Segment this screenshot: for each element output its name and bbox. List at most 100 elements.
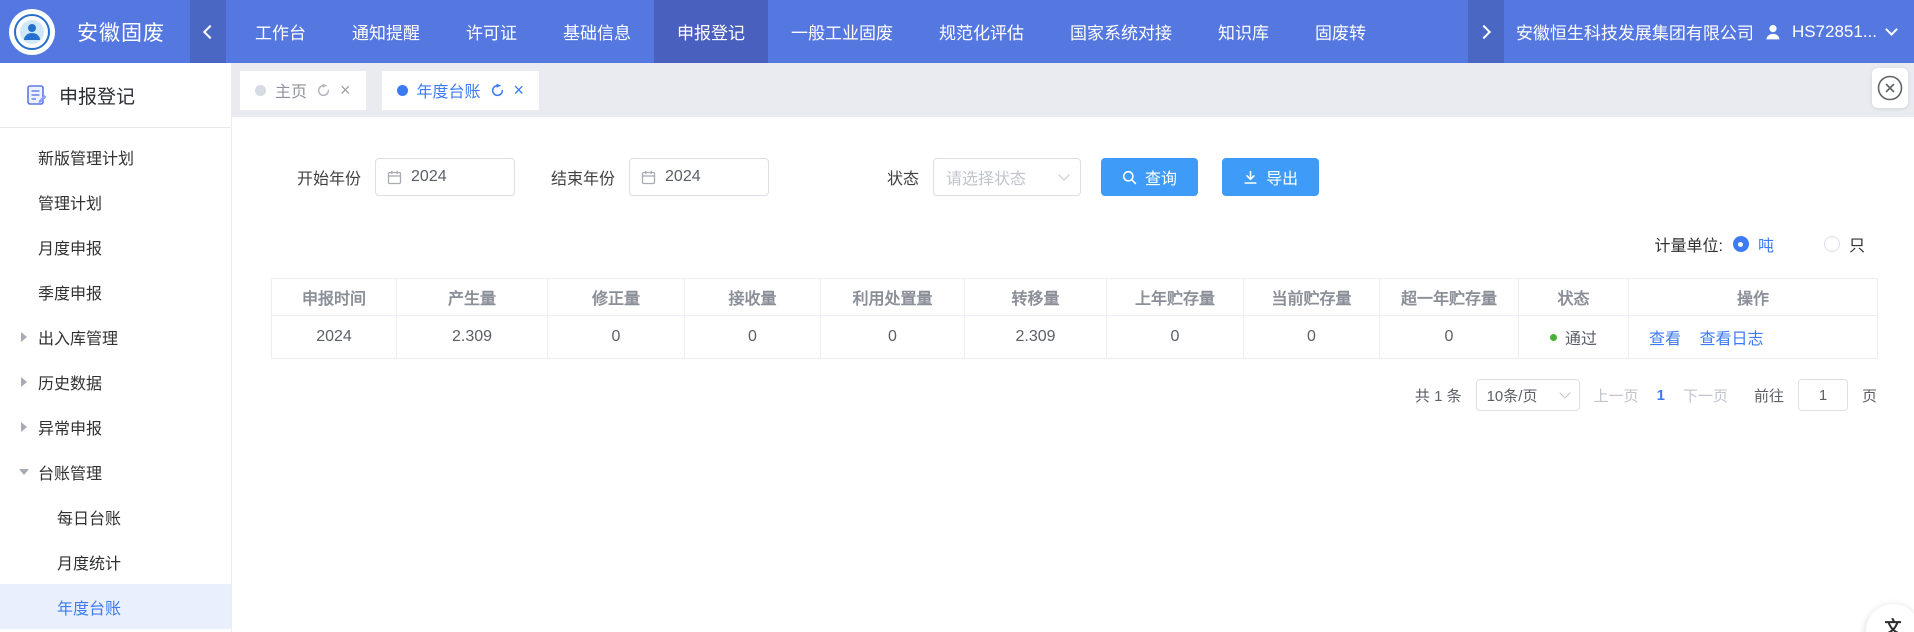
end-year-field[interactable] — [665, 168, 757, 186]
view-log-link[interactable]: 查看日志 — [1699, 331, 1763, 348]
col-header: 当前贮存量 — [1244, 279, 1380, 316]
tab-bar: 主页 × 年度台账 — [232, 63, 1914, 117]
document-edit-icon — [26, 84, 48, 106]
radio-checked-icon[interactable] — [1733, 236, 1749, 252]
unit-option-ton[interactable]: 吨 — [1733, 232, 1774, 256]
nav-item-workbench[interactable]: 工作台 — [232, 0, 329, 63]
nav-scroll-button[interactable] — [1468, 0, 1504, 63]
view-link[interactable]: 查看 — [1649, 331, 1681, 348]
chevron-left-icon — [203, 24, 217, 38]
nav-item-national-system-integration[interactable]: 国家系统对接 — [1047, 0, 1195, 63]
search-icon — [1122, 170, 1137, 185]
sidebar-item-quarterly-declaration[interactable]: 季度申报 — [0, 269, 231, 314]
sidebar-title: 申报登记 — [59, 82, 135, 109]
search-button-label: 查询 — [1145, 165, 1177, 189]
col-header: 修正量 — [548, 279, 685, 316]
user-menu[interactable]: 安徽恒生科技发展集团有限公司 HS72851... — [1504, 0, 1914, 63]
close-icon[interactable]: × — [514, 81, 525, 99]
calendar-icon — [641, 170, 656, 185]
search-button[interactable]: 查询 — [1101, 158, 1198, 196]
sidebar-item-abnormal-declaration[interactable]: 异常申报 — [0, 404, 231, 449]
sidebar-item-inventory-management[interactable]: 出入库管理 — [0, 314, 231, 359]
status-select[interactable]: 请选择状态 — [933, 158, 1081, 196]
refresh-icon[interactable] — [490, 83, 505, 98]
tab-home[interactable]: 主页 × — [240, 71, 366, 110]
pagination: 共 1 条 10条/页 上一页 1 下一页 前往 页 — [271, 379, 1877, 411]
col-header: 转移量 — [965, 279, 1107, 316]
app-window: 安徽固废 工作台 通知提醒 许可证 基础信息 申报登记 一般工业固废 规范化评估… — [0, 0, 1914, 632]
page-number-1[interactable]: 1 — [1653, 387, 1669, 404]
export-button[interactable]: 导出 — [1222, 158, 1319, 196]
end-year-input[interactable] — [629, 158, 769, 196]
nav-item-basic-info[interactable]: 基础信息 — [540, 0, 654, 63]
goto-unit-label: 页 — [1862, 385, 1877, 406]
chevron-down-icon — [1559, 387, 1570, 398]
start-year-field[interactable] — [411, 168, 503, 186]
cell-prev-storage: 0 — [1107, 316, 1244, 359]
top-navbar: 安徽固废 工作台 通知提醒 许可证 基础信息 申报登记 一般工业固废 规范化评估… — [0, 0, 1914, 63]
cell-over-year-storage: 0 — [1380, 316, 1519, 359]
radio-unchecked-icon[interactable] — [1824, 236, 1840, 252]
unit-option-piece[interactable]: 只 — [1824, 232, 1865, 256]
sidebar: 申报登记 新版管理计划 管理计划 月度申报 季度申报 出入库管理 历史数据 异 — [0, 63, 232, 632]
panel-close-button[interactable] — [1872, 68, 1908, 108]
table-row: 2024 2.309 0 0 0 2.309 0 0 0 — [272, 316, 1878, 359]
sidebar-item-monthly-statistics[interactable]: 月度统计 — [0, 539, 231, 584]
sidebar-item-label: 异常申报 — [38, 415, 102, 439]
page-size-select[interactable]: 10条/页 — [1476, 379, 1580, 411]
caret-down-icon — [19, 469, 29, 475]
nav-item-declaration[interactable]: 申报登记 — [654, 0, 768, 63]
close-icon[interactable]: × — [340, 81, 351, 99]
sidebar-item-ledger-management[interactable]: 台账管理 — [0, 449, 231, 494]
export-button-label: 导出 — [1266, 165, 1298, 189]
refresh-icon[interactable] — [316, 83, 331, 98]
status-badge: 通过 — [1565, 325, 1597, 349]
prev-page-button[interactable]: 上一页 — [1594, 385, 1639, 406]
company-name: 安徽恒生科技发展集团有限公司 — [1516, 19, 1754, 44]
cell-corrected: 0 — [548, 316, 685, 359]
sidebar-item-annual-ledger[interactable]: 年度台账 — [0, 584, 231, 629]
main-nav: 工作台 通知提醒 许可证 基础信息 申报登记 一般工业固废 规范化评估 国家系统… — [232, 0, 1468, 63]
nav-collapse-button[interactable] — [190, 0, 226, 63]
chevron-down-icon — [1058, 169, 1069, 180]
next-page-button[interactable]: 下一页 — [1683, 385, 1728, 406]
tab-annual-ledger[interactable]: 年度台账 × — [382, 71, 540, 110]
nav-item-notifications[interactable]: 通知提醒 — [329, 0, 443, 63]
translate-icon: 文 — [1885, 613, 1902, 632]
col-header: 上年贮存量 — [1107, 279, 1244, 316]
start-year-label: 开始年份 — [297, 165, 361, 189]
app-title: 安徽固废 — [77, 17, 165, 47]
sidebar-item-daily-ledger[interactable]: 每日台账 — [0, 494, 231, 539]
unit-label: 计量单位: — [1655, 232, 1723, 256]
page-size-value: 10条/页 — [1487, 385, 1538, 406]
download-icon — [1243, 170, 1258, 185]
nav-item-general-industrial-waste[interactable]: 一般工业固废 — [768, 0, 916, 63]
goto-page-input[interactable] — [1798, 379, 1848, 411]
user-id: HS72851... — [1792, 22, 1877, 42]
nav-item-standardization-assessment[interactable]: 规范化评估 — [916, 0, 1047, 63]
nav-item-waste-transfer[interactable]: 固废转 — [1292, 0, 1389, 63]
sidebar-item-monthly-declaration[interactable]: 月度申报 — [0, 224, 231, 269]
start-year-input[interactable] — [375, 158, 515, 196]
col-header: 申报时间 — [272, 279, 397, 316]
sidebar-item-management-plan[interactable]: 管理计划 — [0, 179, 231, 224]
cell-status: 通过 — [1519, 316, 1629, 359]
cell-actions: 查看 查看日志 — [1629, 316, 1878, 359]
col-header: 产生量 — [397, 279, 548, 316]
col-header: 接收量 — [685, 279, 821, 316]
app-logo-icon — [9, 9, 55, 55]
page-content: 开始年份 结束年份 — [232, 117, 1914, 632]
caret-right-icon — [21, 422, 27, 432]
sidebar-item-label: 历史数据 — [38, 370, 102, 394]
sidebar-menu: 新版管理计划 管理计划 月度申报 季度申报 出入库管理 历史数据 异常申报 — [0, 128, 231, 629]
sidebar-item-historical-data[interactable]: 历史数据 — [0, 359, 231, 404]
tab-dot-icon — [255, 85, 266, 96]
nav-item-knowledge-base[interactable]: 知识库 — [1195, 0, 1292, 63]
cell-utilized: 0 — [821, 316, 965, 359]
col-header: 操作 — [1629, 279, 1878, 316]
status-dot-icon — [1550, 334, 1557, 341]
sidebar-item-label: 出入库管理 — [38, 325, 118, 349]
unit-option-label: 只 — [1849, 232, 1865, 256]
sidebar-item-new-management-plan[interactable]: 新版管理计划 — [0, 134, 231, 179]
nav-item-license[interactable]: 许可证 — [443, 0, 540, 63]
